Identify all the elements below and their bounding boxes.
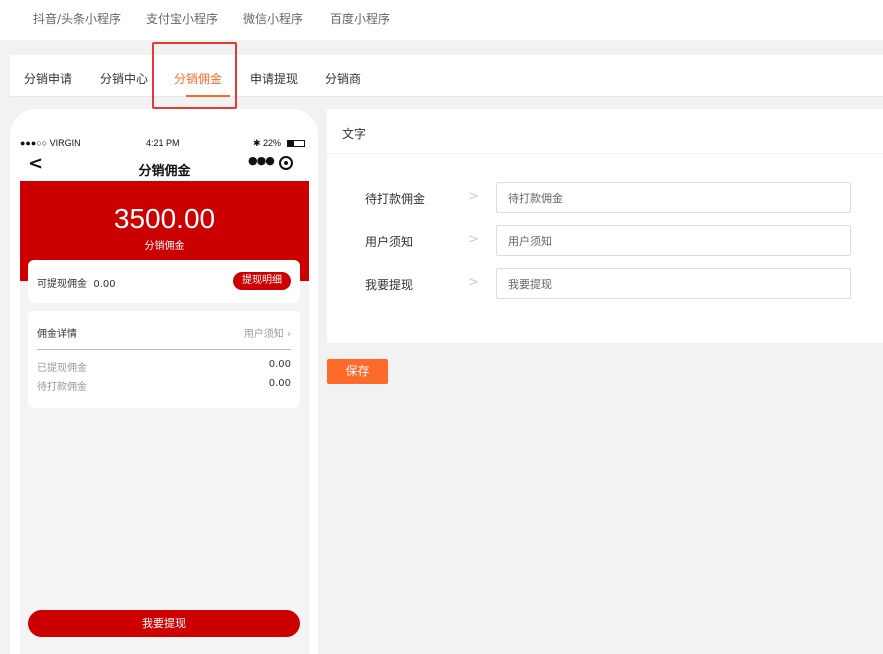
form-row-withdraw: 我要提现 > bbox=[327, 268, 883, 299]
row-label: 待打款佣金 bbox=[37, 382, 87, 393]
field-label: 待打款佣金 bbox=[365, 192, 426, 206]
list-item: 待打款佣金 0.00 bbox=[37, 378, 291, 393]
save-button[interactable]: 保存 bbox=[327, 359, 388, 384]
form-row-pending-commission: 待打款佣金 > bbox=[327, 182, 883, 213]
tab-distributors[interactable]: 分销商 bbox=[325, 70, 361, 87]
withdrawable-label: 可提现佣金 0.00 bbox=[37, 279, 116, 290]
pending-commission-input[interactable] bbox=[496, 182, 851, 213]
row-value: 0.00 bbox=[268, 359, 291, 370]
phone-withdraw-button[interactable]: 我要提现 bbox=[28, 610, 300, 637]
commission-amount-label: 分销佣金 bbox=[144, 241, 185, 252]
platform-tab-bar: 抖音/头条小程序 支付宝小程序 微信小程序 百度小程序 bbox=[0, 0, 883, 40]
row-value: 0.00 bbox=[268, 378, 291, 389]
battery-icon bbox=[287, 140, 305, 147]
commission-amount: 3500.00 bbox=[113, 203, 216, 234]
list-item: 已提现佣金 0.00 bbox=[37, 359, 291, 374]
more-dots-icon[interactable]: ●●● bbox=[248, 154, 275, 167]
platform-tab-wechat[interactable]: 微信小程序 bbox=[243, 10, 303, 27]
panel-header: 文字 bbox=[327, 109, 883, 154]
platform-tab-baidu[interactable]: 百度小程序 bbox=[330, 10, 390, 27]
chevron-right-icon: > bbox=[468, 189, 479, 204]
mini-program-capsule: ●●● bbox=[239, 151, 303, 175]
close-target-icon[interactable] bbox=[279, 156, 293, 170]
chevron-right-icon: > bbox=[468, 232, 479, 247]
chevron-right-icon: > bbox=[468, 275, 479, 290]
tab-distribution-apply[interactable]: 分销申请 bbox=[24, 70, 72, 87]
withdrawable-card: 可提现佣金 0.00 提现明细 bbox=[28, 260, 300, 303]
nav-bar: < 分销佣金 ●●● bbox=[20, 147, 309, 181]
tab-apply-withdraw[interactable]: 申请提现 bbox=[250, 70, 298, 87]
commission-detail-card: 佣金详情 用户须知 › 已提现佣金 0.00 待打款佣金 0.00 bbox=[28, 311, 300, 408]
tab-distribution-center[interactable]: 分销中心 bbox=[100, 70, 148, 87]
user-notice-link[interactable]: 用户须知 › bbox=[244, 325, 291, 340]
commission-detail-title: 佣金详情 bbox=[37, 329, 77, 340]
text-settings-panel: 文字 待打款佣金 > 用户须知 > 我要提现 > bbox=[327, 109, 883, 343]
withdraw-input[interactable] bbox=[496, 268, 851, 299]
highlight-annotation-box bbox=[152, 42, 237, 109]
form-row-user-notice: 用户须知 > bbox=[327, 225, 883, 256]
field-label: 我要提现 bbox=[365, 278, 414, 292]
row-label: 已提现佣金 bbox=[37, 363, 87, 374]
field-label: 用户须知 bbox=[365, 235, 414, 249]
panel-title: 文字 bbox=[342, 127, 367, 141]
phone-preview: ●●●○○ VIRGIN 4:21 PM ✱ 22% < 分销佣金 ●●● 35… bbox=[10, 109, 318, 654]
phone-screen: ●●●○○ VIRGIN 4:21 PM ✱ 22% < 分销佣金 ●●● 35… bbox=[20, 129, 309, 654]
platform-tab-alipay[interactable]: 支付宝小程序 bbox=[146, 10, 218, 27]
user-notice-input[interactable] bbox=[496, 225, 851, 256]
sub-tab-bar: 分销申请 分销中心 分销佣金 申请提现 分销商 bbox=[10, 55, 883, 97]
status-bar: ●●●○○ VIRGIN 4:21 PM ✱ 22% bbox=[20, 129, 309, 148]
platform-tab-douyin[interactable]: 抖音/头条小程序 bbox=[33, 10, 121, 27]
divider bbox=[37, 349, 291, 350]
withdraw-detail-button[interactable]: 提现明细 bbox=[233, 272, 291, 290]
